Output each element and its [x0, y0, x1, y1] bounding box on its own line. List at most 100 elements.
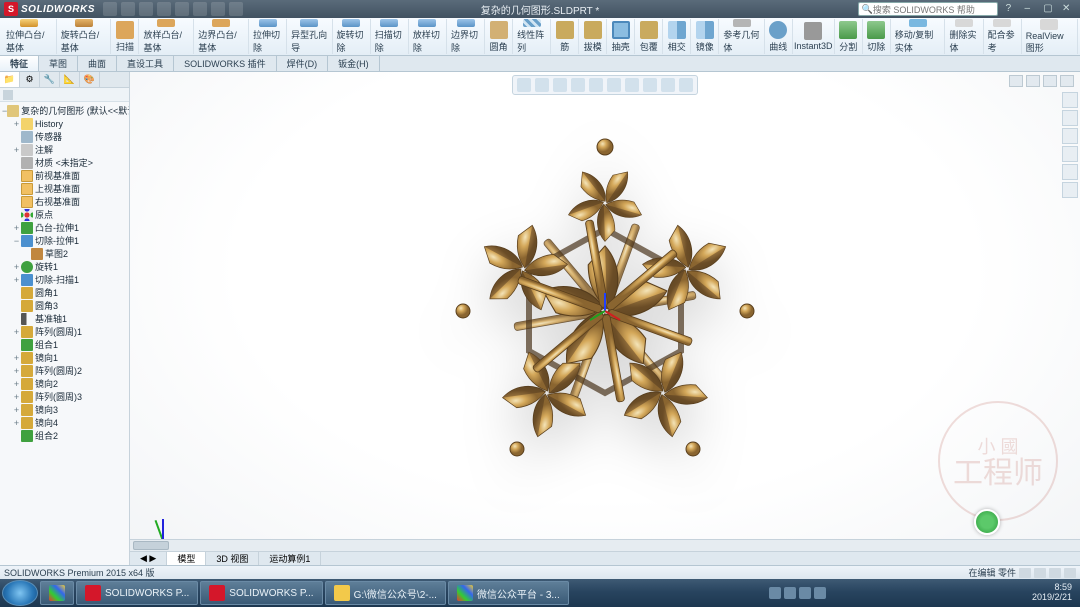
tree-item-11[interactable]: +旋转1	[0, 260, 129, 273]
tree-item-21[interactable]: +阵列(圆周)3	[0, 390, 129, 403]
vtab-nav[interactable]: ◀ ▶	[130, 552, 167, 565]
tree-toggle-icon[interactable]: +	[12, 223, 21, 233]
cmdtab-2[interactable]: 曲面	[78, 56, 117, 71]
tree-item-7[interactable]: 原点	[0, 208, 129, 221]
tree-toggle-icon[interactable]: +	[12, 327, 21, 337]
view-tab-1[interactable]: 3D 视图	[206, 552, 259, 565]
scrollbar-thumb[interactable]	[133, 541, 169, 550]
status-ques-icon[interactable]	[1064, 568, 1076, 578]
help-icon[interactable]: ?	[1006, 3, 1020, 15]
taskpane-resources-icon[interactable]	[1062, 92, 1078, 108]
taskbar-item-3[interactable]: G:\微信公众号\2-...	[325, 581, 446, 605]
tree-item-4[interactable]: 前视基准面	[0, 169, 129, 182]
taskbar-item-4[interactable]: 微信公众平台 - 3...	[448, 581, 569, 605]
tree-toggle-icon[interactable]: +	[12, 275, 21, 285]
ribbon-plain-button[interactable]: RealView 图形	[1022, 19, 1078, 54]
ribbon-pattern-button[interactable]: 线性阵列	[513, 19, 551, 54]
tree-item-8[interactable]: +凸台-拉伸1	[0, 221, 129, 234]
zoom-area-icon[interactable]	[535, 78, 549, 92]
qat-redo-icon[interactable]	[193, 2, 207, 16]
ribbon-sweep-button[interactable]: 放样凸台/基体	[139, 19, 194, 54]
ribbon-cut-button[interactable]: 边界切除	[447, 19, 485, 54]
display-manager-tab-icon[interactable]: 🎨	[80, 72, 100, 87]
tree-toggle-icon[interactable]: +	[12, 392, 21, 402]
edit-appearance-icon[interactable]	[643, 78, 657, 92]
ribbon-sweep-button[interactable]: 扫描	[111, 19, 139, 54]
tree-item-9[interactable]: −切除-拉伸1	[0, 234, 129, 247]
tree-item-15[interactable]: 基准轴1	[0, 312, 129, 325]
view-tab-2[interactable]: 运动算例1	[259, 552, 321, 565]
view-tab-0[interactable]: 模型	[167, 552, 206, 565]
tree-item-12[interactable]: +切除-扫描1	[0, 273, 129, 286]
ribbon-revolve-button[interactable]: 旋转凸台/基体	[57, 19, 112, 54]
zoom-fit-icon[interactable]	[517, 78, 531, 92]
ribbon-mirror-button[interactable]: 镜像	[691, 19, 719, 54]
status-custom-icon[interactable]	[1049, 568, 1061, 578]
ribbon-split-button[interactable]: 切除	[863, 19, 891, 54]
tree-item-6[interactable]: 右视基准面	[0, 195, 129, 208]
tree-item-5[interactable]: 上视基准面	[0, 182, 129, 195]
tree-item-19[interactable]: +阵列(圆周)2	[0, 364, 129, 377]
ribbon-fillet-button[interactable]: 圆角	[485, 19, 513, 54]
ribbon-shell-button[interactable]: 抽壳	[607, 19, 635, 54]
prev-view-icon[interactable]	[553, 78, 567, 92]
hide-show-icon[interactable]	[625, 78, 639, 92]
minimize-icon[interactable]: –	[1024, 3, 1038, 15]
apply-scene-icon[interactable]	[661, 78, 675, 92]
ribbon-cut-button[interactable]: 异型孔向导	[287, 19, 332, 54]
ribbon-rib-button[interactable]: 拔模	[579, 19, 607, 54]
tree-toggle-icon[interactable]: +	[12, 119, 21, 129]
config-manager-tab-icon[interactable]: 🔧	[40, 72, 60, 87]
qat-undo-icon[interactable]	[175, 2, 189, 16]
tray-vol-icon[interactable]	[799, 587, 811, 599]
start-button[interactable]	[2, 580, 38, 606]
tree-toggle-icon[interactable]: +	[12, 379, 21, 389]
tree-item-1[interactable]: 传感器	[0, 130, 129, 143]
tree-item-23[interactable]: +镜向4	[0, 416, 129, 429]
tree-toggle-icon[interactable]: +	[12, 418, 21, 428]
taskpane-appearance-icon[interactable]	[1062, 164, 1078, 180]
tray-flag-icon[interactable]	[769, 587, 781, 599]
tree-toggle-icon[interactable]: +	[12, 353, 21, 363]
horizontal-scrollbar[interactable]	[130, 539, 1080, 551]
taskbar-item-0[interactable]	[40, 581, 74, 605]
ribbon-split-button[interactable]: 分割	[835, 19, 863, 54]
vp-split-icon[interactable]	[1009, 75, 1023, 87]
tree-toggle-icon[interactable]: +	[12, 405, 21, 415]
ribbon-sweep-button[interactable]: 边界凸台/基体	[194, 19, 249, 54]
qat-new-icon[interactable]	[103, 2, 117, 16]
tree-item-0[interactable]: +History	[0, 117, 129, 130]
ribbon-instant-button[interactable]: Instant3D	[793, 19, 835, 54]
taskpane-library-icon[interactable]	[1062, 110, 1078, 126]
tree-item-22[interactable]: +镜向3	[0, 403, 129, 416]
vp-close-icon[interactable]	[1060, 75, 1074, 87]
dim-manager-tab-icon[interactable]: 📐	[60, 72, 80, 87]
tree-item-13[interactable]: 圆角1	[0, 286, 129, 299]
ribbon-plain-button[interactable]: 配合参考	[984, 19, 1022, 54]
tree-filter[interactable]	[0, 88, 129, 102]
property-manager-tab-icon[interactable]: ⚙	[20, 72, 40, 87]
qat-rebuild-icon[interactable]	[211, 2, 225, 16]
ribbon-plain-button[interactable]: 删除实体	[945, 19, 983, 54]
tree-item-10[interactable]: 草图2	[0, 247, 129, 260]
help-search-input[interactable]: 🔍 搜索 SOLIDWORKS 帮助	[858, 2, 998, 16]
taskbar-item-1[interactable]: SOLIDWORKS P...	[76, 581, 198, 605]
taskpane-palette-icon[interactable]	[1062, 146, 1078, 162]
section-view-icon[interactable]	[571, 78, 585, 92]
cmdtab-4[interactable]: SOLIDWORKS 插件	[174, 56, 277, 71]
cmdtab-0[interactable]: 特征	[0, 56, 39, 71]
taskbar-item-2[interactable]: SOLIDWORKS P...	[200, 581, 322, 605]
tray-icons[interactable]	[769, 587, 826, 599]
cmdtab-6[interactable]: 钣金(H)	[328, 56, 380, 71]
view-triad[interactable]	[142, 501, 182, 541]
tree-toggle-icon[interactable]: −	[12, 236, 21, 246]
feature-tree-tab-icon[interactable]: 📁	[0, 72, 20, 87]
taskpane-explorer-icon[interactable]	[1062, 128, 1078, 144]
tree-item-14[interactable]: 圆角3	[0, 299, 129, 312]
ribbon-rib-button[interactable]: 筋	[551, 19, 579, 54]
tree-toggle-icon[interactable]: +	[12, 145, 21, 155]
ribbon-extrude-button[interactable]: 拉伸凸台/基体	[2, 19, 57, 54]
tree-item-3[interactable]: 材质 <未指定>	[0, 156, 129, 169]
vp-min-icon[interactable]	[1026, 75, 1040, 87]
view-settings-icon[interactable]	[679, 78, 693, 92]
